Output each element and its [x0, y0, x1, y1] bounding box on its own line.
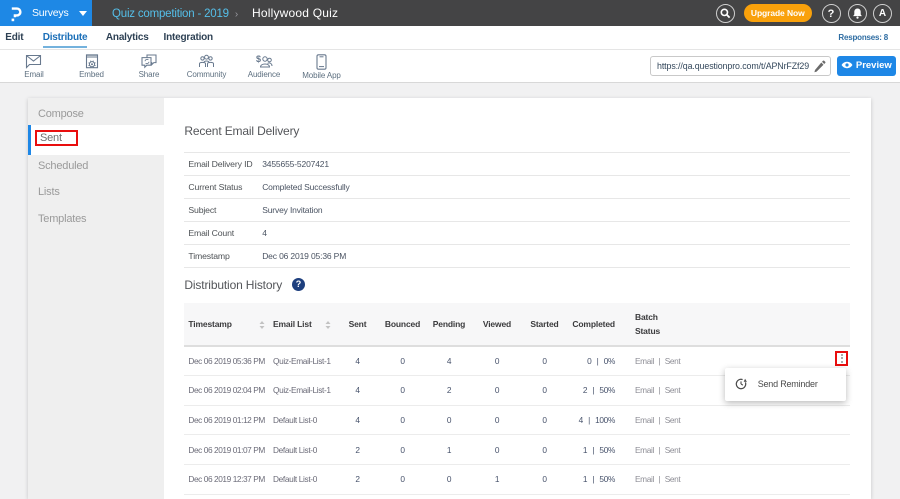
svg-text:$: $	[256, 54, 261, 64]
